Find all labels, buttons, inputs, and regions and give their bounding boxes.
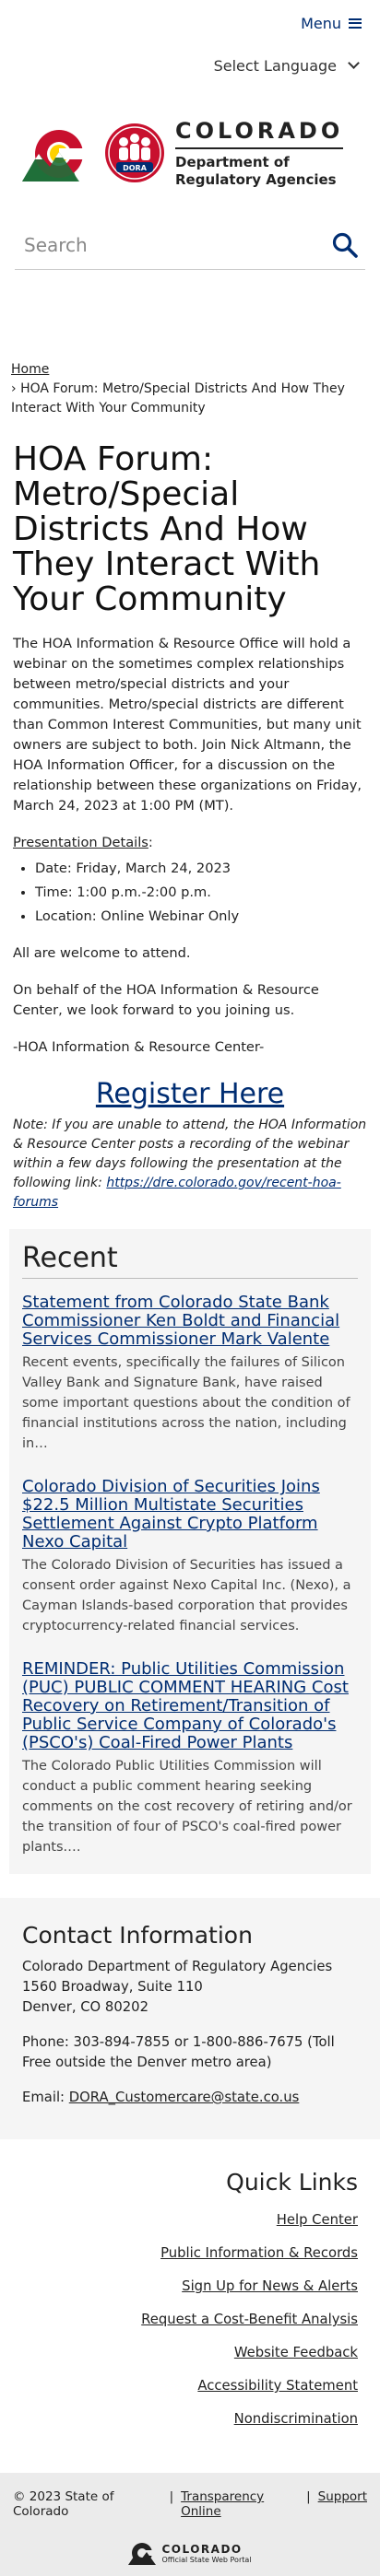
support-link[interactable]: Support — [318, 2489, 367, 2519]
search-icon[interactable] — [332, 232, 358, 258]
page-title: HOA Forum: Metro/Special Districts And H… — [13, 440, 321, 618]
portal-title: COLORADO — [161, 2542, 243, 2556]
site-footer: © 2023 State of Colorado | Transparency … — [0, 2473, 380, 2576]
state-portal-logo[interactable]: COLORADO Official State Web Portal — [13, 2541, 367, 2565]
dora-logo-icon: DORA — [105, 123, 164, 182]
site-logo[interactable]: DORA COLORADO Department of Regulatory A… — [0, 85, 380, 221]
signature-text: -HOA Information & Resource Center- — [13, 1039, 265, 1055]
quick-link-help-center[interactable]: Help Center — [22, 2210, 358, 2231]
recent-heading: Recent — [22, 1242, 358, 1279]
search-input[interactable] — [22, 233, 284, 257]
search-bar — [15, 221, 365, 270]
copyright-text: © 2023 State of Colorado — [13, 2489, 114, 2519]
quick-link-cost-benefit[interactable]: Request a Cost-Benefit Analysis — [22, 2310, 358, 2330]
contact-email: Email: DORA_Customercare@state.co.us — [22, 2088, 358, 2108]
register-link[interactable]: Register Here — [96, 1078, 284, 1110]
news-summary: Recent events, specifically the failures… — [22, 1355, 350, 1451]
address-line: Colorado Department of Regulatory Agenci… — [22, 1959, 333, 1974]
language-selector[interactable]: Select Language — [0, 46, 380, 85]
details-list: Date: Friday, March 24, 2023 Time: 1:00 … — [35, 859, 367, 927]
quick-link-nondiscrimination[interactable]: Nondiscrimination — [22, 2409, 358, 2430]
portal-text: COLORADO Official State Web Portal — [161, 2543, 251, 2564]
welcome-text: All are welcome to attend. — [13, 945, 191, 961]
news-title-link[interactable]: Colorado Division of Securities Joins $2… — [22, 1478, 358, 1551]
breadcrumb-separator: › — [11, 381, 17, 396]
recent-news-section: Recent Statement from Colorado State Ban… — [9, 1229, 371, 1874]
quick-link-public-info[interactable]: Public Information & Records — [22, 2243, 358, 2264]
colorado-logo-icon — [22, 130, 87, 181]
closing-text: On behalf of the HOA Information & Resou… — [13, 982, 319, 1018]
email-label: Email: — [22, 2090, 69, 2105]
list-item: Date: Friday, March 24, 2023 — [35, 859, 367, 879]
recording-note: Note: If you are unable to attend, the H… — [0, 1116, 380, 1212]
news-title-link[interactable]: Statement from Colorado State Bank Commi… — [22, 1294, 358, 1349]
list-item: Location: Online Webinar Only — [35, 907, 367, 927]
dora-badge-text: DORA — [123, 164, 148, 172]
news-title-link[interactable]: REMINDER: Public Utilities Commission (P… — [22, 1660, 358, 1752]
address-line: 1560 Broadway, Suite 110 — [22, 1979, 203, 1995]
article-body: The HOA Information & Resource Office wi… — [0, 634, 380, 1058]
list-item: Colorado Division of Securities Joins $2… — [22, 1478, 358, 1636]
breadcrumb: Home › HOA Forum: Metro/Special District… — [0, 270, 380, 418]
hamburger-icon — [349, 18, 362, 29]
menu-label: Menu — [301, 14, 341, 32]
chevron-down-icon — [348, 57, 360, 69]
register-section: Register Here — [0, 1078, 380, 1110]
breadcrumb-current: HOA Forum: Metro/Special Districts And H… — [11, 381, 345, 416]
quick-link-feedback[interactable]: Website Feedback — [22, 2343, 358, 2363]
contact-address: Colorado Department of Regulatory Agenci… — [22, 1957, 358, 2018]
intro-paragraph: The HOA Information & Resource Office wi… — [13, 636, 362, 814]
agency-subtitle-2: Regulatory Agencies — [175, 170, 337, 188]
top-bar: Menu — [0, 0, 380, 46]
details-colon: : — [148, 835, 153, 850]
language-label: Select Language — [213, 56, 337, 75]
contact-phone: Phone: 303-894-7855 or 1-800-886-7675 (T… — [22, 2034, 335, 2070]
details-label: Presentation Details — [13, 835, 148, 850]
menu-button[interactable]: Menu — [301, 15, 362, 32]
address-line: Denver, CO 80202 — [22, 1999, 148, 2015]
list-item: Time: 1:00 p.m.-2:00 p.m. — [35, 883, 367, 903]
agency-title: COLORADO — [175, 118, 344, 149]
list-item: REMINDER: Public Utilities Commission (P… — [22, 1660, 358, 1857]
transparency-link[interactable]: Transparency Online — [181, 2489, 299, 2519]
footer-links: © 2023 State of Colorado | Transparency … — [13, 2489, 367, 2519]
agency-name: COLORADO Department of Regulatory Agenci… — [175, 118, 344, 189]
details-heading: Presentation Details: — [13, 833, 367, 853]
email-link[interactable]: DORA_Customercare@state.co.us — [69, 2090, 300, 2105]
quick-link-news-signup[interactable]: Sign Up for News & Alerts — [22, 2277, 358, 2297]
agency-subtitle-1: Department of — [175, 153, 290, 170]
news-summary: The Colorado Division of Securities has … — [22, 1558, 351, 1633]
portal-subtitle: Official State Web Portal — [161, 2555, 252, 2564]
quick-links-section: Quick Links Help Center Public Informati… — [0, 2139, 380, 2468]
quick-links-heading: Quick Links — [226, 2169, 358, 2195]
news-summary: The Colorado Public Utilities Commission… — [22, 1759, 352, 1855]
colorado-portal-icon — [128, 2543, 157, 2565]
quick-link-accessibility[interactable]: Accessibility Statement — [22, 2376, 358, 2396]
contact-section: Contact Information Colorado Department … — [0, 1898, 380, 2139]
breadcrumb-home-link[interactable]: Home — [11, 362, 49, 377]
contact-heading: Contact Information — [22, 1922, 253, 1949]
list-item: Statement from Colorado State Bank Commi… — [22, 1294, 358, 1454]
